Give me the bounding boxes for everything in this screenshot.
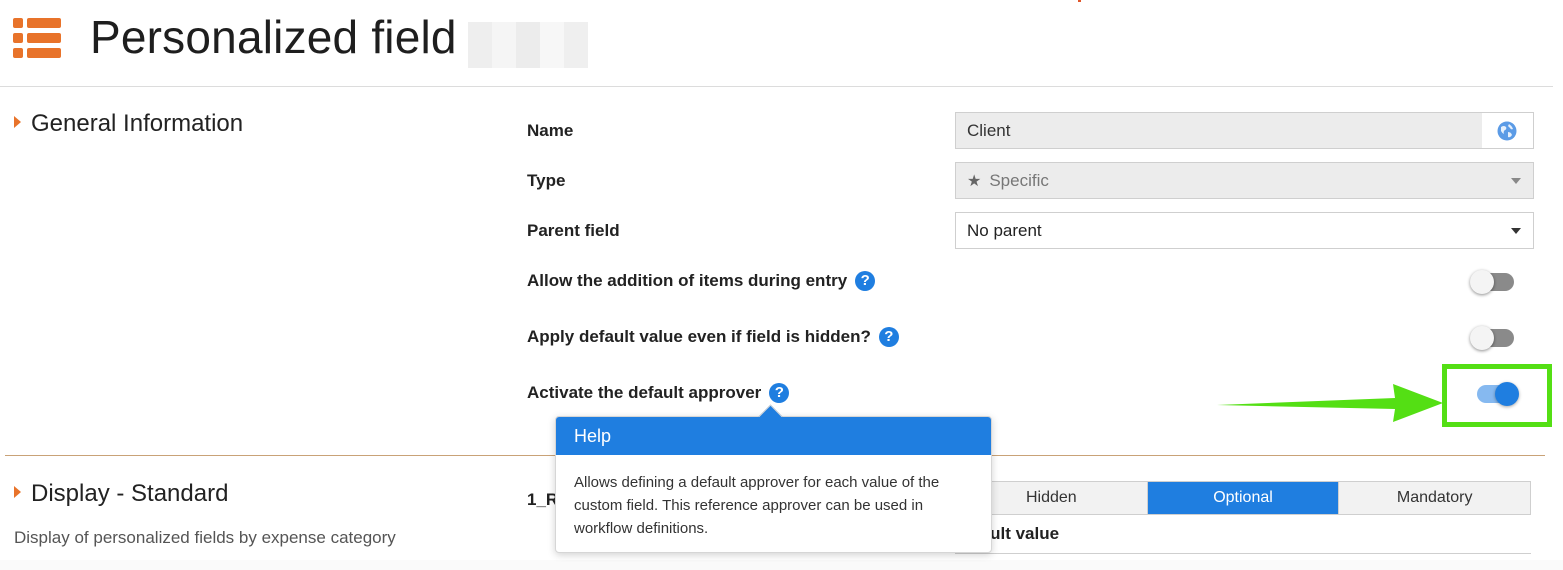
annotation-arrow <box>1217 384 1443 422</box>
caret-right-icon <box>14 485 21 498</box>
parent-field-label: Parent field <box>527 221 620 240</box>
tooltip-title: Help <box>556 417 991 455</box>
star-icon: ★ <box>967 173 982 190</box>
section-title-text: General Information <box>31 110 244 137</box>
decorative-mark <box>1078 0 1081 2</box>
allow-addition-label: Allow the addition of items during entry… <box>527 270 876 292</box>
apply-default-text: Apply default value even if field is hid… <box>527 327 871 346</box>
allow-addition-text: Allow the addition of items during entry <box>527 271 848 290</box>
chevron-down-icon <box>1511 228 1521 234</box>
help-icon[interactable]: ? <box>878 326 899 347</box>
default-approver-label: Activate the default approver? <box>527 382 790 404</box>
blurred-field-name <box>468 22 588 68</box>
option-optional[interactable]: Optional <box>1147 482 1340 514</box>
type-value: Specific <box>989 171 1049 190</box>
apply-default-label: Apply default value even if field is hid… <box>527 326 899 348</box>
help-tooltip: Help Allows defining a default approver … <box>555 404 992 553</box>
section-subtitle: Display of personalized fields by expens… <box>14 528 396 547</box>
globe-icon <box>1497 121 1517 141</box>
toggle-knob <box>1470 326 1494 350</box>
default-value-underline <box>955 553 1531 554</box>
parent-field-select[interactable]: No parent <box>955 212 1534 249</box>
visibility-segmented-control: Hidden Optional Mandatory <box>955 481 1531 515</box>
expense-category-label: 1_R <box>527 490 559 509</box>
page-bottom-strip <box>0 560 1563 570</box>
hamburger-list-icon[interactable] <box>13 18 61 58</box>
allow-addition-toggle[interactable] <box>1470 270 1518 294</box>
annotation-highlight-box <box>1442 364 1552 427</box>
section-title-text: Display - Standard <box>31 480 229 507</box>
name-label: Name <box>527 121 574 140</box>
page-header: Personalized field <box>0 0 1553 87</box>
caret-right-icon <box>14 115 21 128</box>
section-display-standard[interactable]: Display - Standard <box>14 480 228 508</box>
tooltip-body: Allows defining a default approver for e… <box>574 474 940 537</box>
chevron-down-icon <box>1511 178 1521 184</box>
type-label: Type <box>527 171 566 190</box>
page-title: Personalized field <box>90 11 457 63</box>
name-field[interactable]: Client <box>955 112 1483 149</box>
option-mandatory[interactable]: Mandatory <box>1339 482 1531 514</box>
section-general-information[interactable]: General Information <box>14 110 243 138</box>
help-icon[interactable]: ? <box>769 382 790 403</box>
help-icon[interactable]: ? <box>855 270 876 291</box>
name-value: Client <box>967 121 1011 140</box>
parent-field-value: No parent <box>967 221 1042 240</box>
translate-button[interactable] <box>1482 112 1534 149</box>
type-select[interactable]: ★ Specific <box>955 162 1534 199</box>
apply-default-toggle[interactable] <box>1470 326 1518 350</box>
default-approver-text: Activate the default approver <box>527 383 762 402</box>
toggle-knob <box>1470 270 1494 294</box>
